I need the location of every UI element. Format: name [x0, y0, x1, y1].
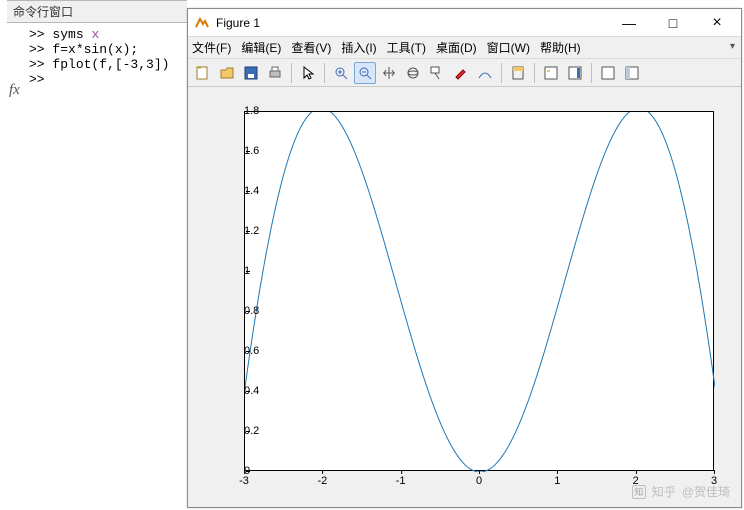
matlab-icon: [194, 15, 210, 31]
menu-view[interactable]: 查看(V): [291, 39, 331, 56]
command-line: >> fplot(f,[-3,3]): [7, 57, 187, 72]
command-line[interactable]: >>: [7, 72, 187, 87]
x-tick: -1: [396, 475, 406, 487]
menubar: 文件(F) 编辑(E) 查看(V) 插入(I) 工具(T) 桌面(D) 窗口(W…: [188, 37, 741, 59]
zoom-out-button[interactable]: [354, 62, 376, 84]
fx-indicator: fx: [0, 82, 20, 99]
pan-button[interactable]: [378, 62, 400, 84]
command-body[interactable]: >> syms x >> f=x*sin(x); >> fplot(f,[-3,…: [7, 23, 187, 87]
colorbar-button[interactable]: [507, 62, 529, 84]
save-button[interactable]: [240, 62, 262, 84]
toolbar: [188, 59, 741, 87]
titlebar[interactable]: Figure 1 — □ ×: [188, 9, 741, 37]
menu-edit[interactable]: 编辑(E): [241, 39, 281, 56]
command-line: >> syms x: [7, 27, 187, 42]
toolbar-separator: [501, 63, 502, 83]
datacursor-button[interactable]: [426, 62, 448, 84]
open-button[interactable]: [216, 62, 238, 84]
x-tick: -3: [239, 475, 249, 487]
menu-insert[interactable]: 插入(I): [341, 39, 376, 56]
toolbar-separator: [291, 63, 292, 83]
toolbar-separator: [534, 63, 535, 83]
new-figure-button[interactable]: [192, 62, 214, 84]
menu-tools[interactable]: 工具(T): [387, 39, 426, 56]
pointer-button[interactable]: [297, 62, 319, 84]
axes[interactable]: [244, 111, 714, 471]
show-tools-button[interactable]: [621, 62, 643, 84]
brush-button[interactable]: [450, 62, 472, 84]
watermark-brand: 知乎: [652, 483, 676, 500]
toolbar-separator: [324, 63, 325, 83]
rotate3d-button[interactable]: [402, 62, 424, 84]
x-tick: 0: [476, 475, 482, 487]
menu-desktop[interactable]: 桌面(D): [436, 39, 477, 56]
insert-colorbar-button[interactable]: [564, 62, 586, 84]
menu-file[interactable]: 文件(F): [192, 39, 231, 56]
x-tick: -2: [317, 475, 327, 487]
command-window-title: 命令行窗口: [7, 0, 187, 23]
maximize-button[interactable]: □: [651, 10, 695, 36]
menu-window[interactable]: 窗口(W): [487, 39, 530, 56]
figure-title: Figure 1: [216, 16, 607, 30]
legend-button[interactable]: [540, 62, 562, 84]
menu-help[interactable]: 帮助(H): [540, 39, 581, 56]
minimize-button[interactable]: —: [607, 10, 651, 36]
toolbar-separator: [591, 63, 592, 83]
hide-tools-button[interactable]: [597, 62, 619, 84]
plot-canvas: [245, 112, 715, 472]
watermark-handle: @贺佳琦: [682, 483, 730, 500]
figure-window: Figure 1 — □ × 文件(F) 编辑(E) 查看(V) 插入(I) 工…: [187, 8, 742, 508]
figure-area[interactable]: 00.20.40.60.811.21.41.61.8-3-2-10123: [189, 89, 740, 506]
command-line: >> f=x*sin(x);: [7, 42, 187, 57]
zhihu-icon: 知: [632, 485, 646, 499]
print-button[interactable]: [264, 62, 286, 84]
x-tick: 1: [554, 475, 560, 487]
command-window: 命令行窗口 >> syms x >> f=x*sin(x); >> fplot(…: [7, 0, 187, 510]
close-button[interactable]: ×: [695, 10, 739, 36]
zoom-in-button[interactable]: [330, 62, 352, 84]
menu-overflow-icon[interactable]: ▾: [730, 41, 735, 52]
watermark: 知 知乎 @贺佳琦: [632, 483, 730, 500]
link-button[interactable]: [474, 62, 496, 84]
